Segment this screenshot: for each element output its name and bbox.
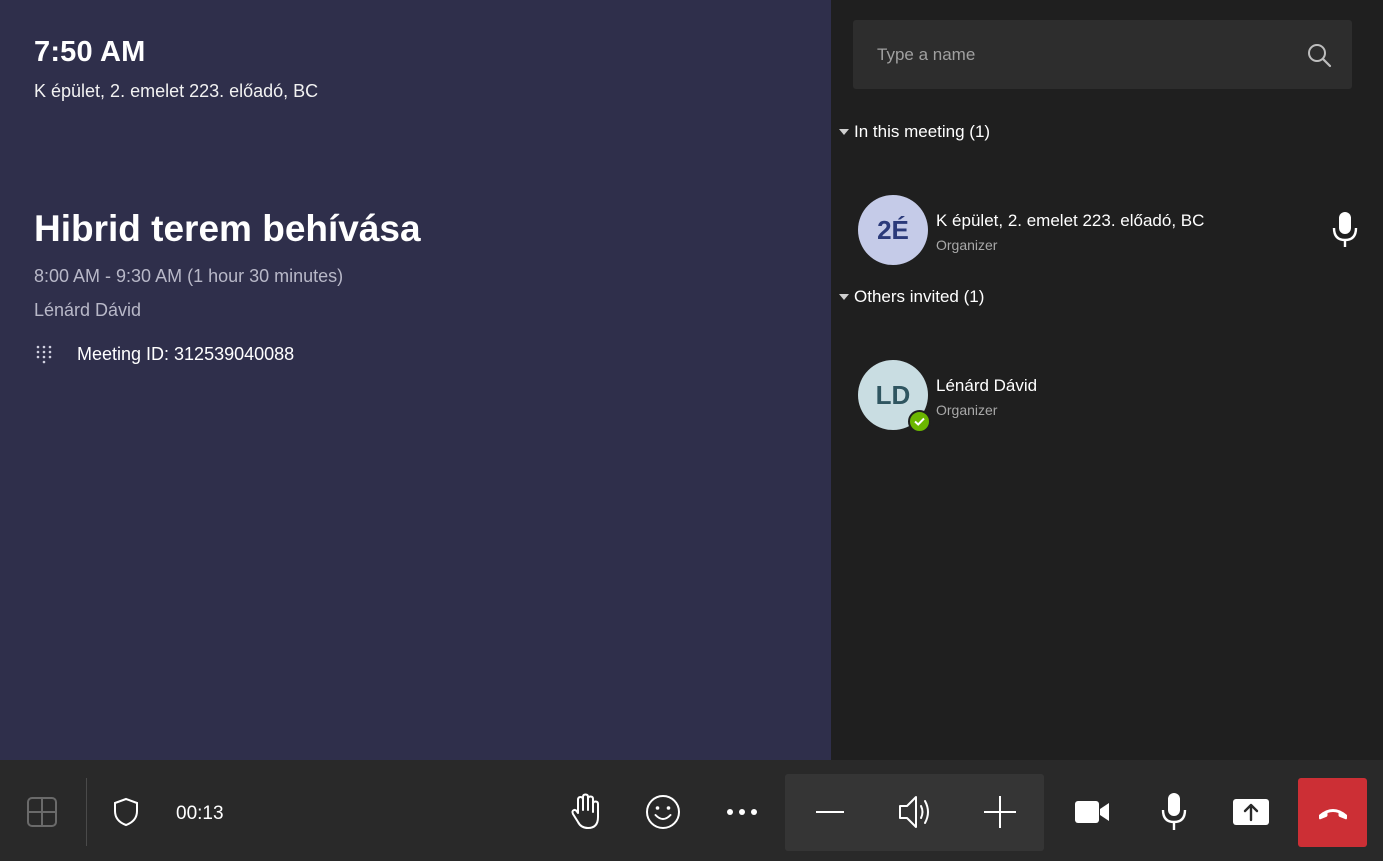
more-options-button[interactable] bbox=[722, 798, 762, 826]
teams-meeting-window: 7:50 AM K épület, 2. emelet 223. előadó,… bbox=[0, 0, 1383, 861]
security-button[interactable] bbox=[110, 796, 142, 828]
volume-up-button[interactable] bbox=[981, 793, 1019, 831]
meeting-time-range: 8:00 AM - 9:30 AM (1 hour 30 minutes) bbox=[34, 266, 344, 286]
share-button[interactable] bbox=[1230, 793, 1272, 831]
search-input[interactable] bbox=[853, 20, 1293, 89]
presence-available-icon bbox=[908, 410, 931, 433]
layout-button[interactable] bbox=[24, 794, 60, 830]
participant-name: Lénárd Dávid bbox=[936, 376, 1038, 395]
layout-icon bbox=[27, 797, 57, 827]
participant-name: K épület, 2. emelet 223. előadó, BC bbox=[936, 211, 1205, 230]
microphone-button[interactable] bbox=[1156, 790, 1192, 834]
raise-hand-button[interactable] bbox=[566, 792, 606, 832]
current-time: 7:50 AM bbox=[34, 36, 146, 68]
caret-down-icon bbox=[839, 129, 849, 135]
microphone-icon bbox=[1161, 793, 1187, 830]
dialpad-icon bbox=[36, 345, 52, 363]
meeting-title: Hibrid terem behívása bbox=[34, 208, 421, 249]
speaker-button[interactable] bbox=[893, 792, 937, 832]
participants-panel: In this meeting (1) 2É K épület, 2. emel… bbox=[831, 0, 1383, 760]
volume-down-button[interactable] bbox=[811, 793, 849, 831]
search-icon[interactable] bbox=[1306, 42, 1332, 68]
reactions-button[interactable] bbox=[643, 792, 683, 832]
emoji-icon bbox=[646, 795, 680, 829]
section-header-label: Others invited (1) bbox=[854, 287, 985, 306]
caret-down-icon bbox=[839, 294, 849, 300]
participant-search bbox=[853, 20, 1352, 89]
volume-control bbox=[785, 774, 1044, 851]
meeting-stage: 7:50 AM K épület, 2. emelet 223. előadó,… bbox=[0, 0, 831, 760]
section-in-meeting[interactable]: In this meeting (1) bbox=[839, 122, 990, 142]
hang-up-button[interactable] bbox=[1298, 778, 1367, 847]
participant-item[interactable]: 2É K épület, 2. emelet 223. előadó, BC O… bbox=[858, 195, 1358, 267]
participant-item[interactable]: LD Lénárd Dávid Organizer bbox=[858, 360, 1358, 433]
more-icon bbox=[727, 809, 757, 815]
call-timer: 00:13 bbox=[176, 803, 224, 824]
call-toolbar: 00:13 bbox=[0, 760, 1383, 861]
room-name: K épület, 2. emelet 223. előadó, BC bbox=[34, 81, 319, 101]
speaker-icon bbox=[899, 796, 929, 828]
share-icon bbox=[1233, 799, 1269, 825]
section-header-label: In this meeting (1) bbox=[854, 122, 991, 141]
meeting-id-row: Meeting ID: 312539040088 bbox=[34, 344, 294, 365]
volume-down-icon bbox=[816, 811, 844, 813]
participant-role: Organizer bbox=[936, 237, 998, 253]
shield-icon bbox=[114, 797, 138, 827]
participant-role: Organizer bbox=[936, 402, 998, 418]
camera-icon bbox=[1075, 801, 1109, 823]
hang-up-icon bbox=[1318, 808, 1347, 819]
avatar: 2É bbox=[858, 195, 928, 265]
camera-button[interactable] bbox=[1072, 794, 1112, 830]
meeting-id: Meeting ID: 312539040088 bbox=[77, 344, 295, 364]
toolbar-divider bbox=[86, 778, 87, 846]
meeting-organizer: Lénárd Dávid bbox=[34, 300, 142, 320]
microphone-icon[interactable] bbox=[1330, 211, 1360, 249]
raise-hand-icon bbox=[571, 793, 599, 829]
volume-up-icon bbox=[984, 796, 1016, 828]
section-others-invited[interactable]: Others invited (1) bbox=[839, 287, 984, 307]
